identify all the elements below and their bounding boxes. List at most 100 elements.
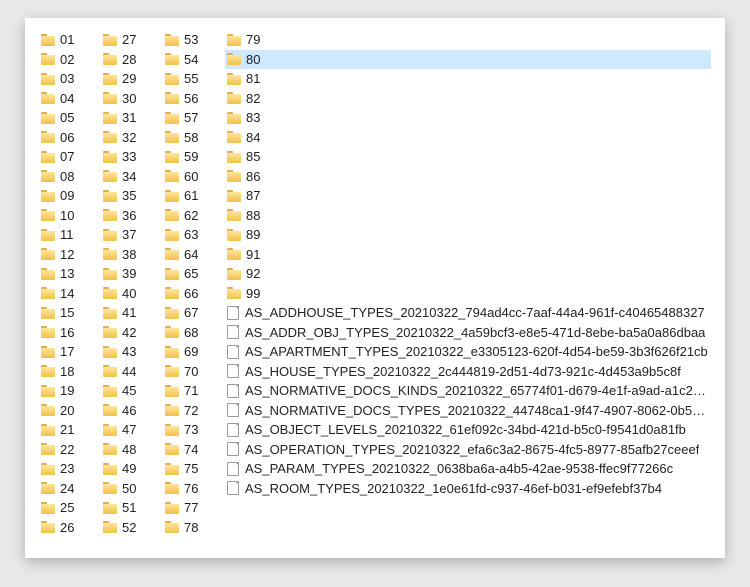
folder-item[interactable]: 60 <box>163 167 225 187</box>
folder-item[interactable]: 58 <box>163 128 225 148</box>
folder-item[interactable]: 43 <box>101 342 163 362</box>
folder-item[interactable]: 88 <box>225 206 711 226</box>
file-item[interactable]: AS_ADDR_OBJ_TYPES_20210322_4a59bcf3-e8e5… <box>225 323 711 343</box>
folder-item[interactable]: 61 <box>163 186 225 206</box>
folder-item[interactable]: 67 <box>163 303 225 323</box>
folder-item[interactable]: 62 <box>163 206 225 226</box>
folder-item[interactable]: 29 <box>101 69 163 89</box>
folder-item[interactable]: 64 <box>163 245 225 265</box>
file-item[interactable]: AS_PARAM_TYPES_20210322_0638ba6a-a4b5-42… <box>225 459 711 479</box>
folder-item[interactable]: 26 <box>39 518 101 538</box>
folder-item[interactable]: 81 <box>225 69 711 89</box>
folder-item[interactable]: 77 <box>163 498 225 518</box>
folder-item[interactable]: 91 <box>225 245 711 265</box>
folder-item[interactable]: 54 <box>163 50 225 70</box>
folder-item[interactable]: 35 <box>101 186 163 206</box>
folder-item[interactable]: 44 <box>101 362 163 382</box>
folder-item[interactable]: 16 <box>39 323 101 343</box>
folder-item[interactable]: 68 <box>163 323 225 343</box>
folder-item[interactable]: 48 <box>101 440 163 460</box>
folder-item[interactable]: 28 <box>101 50 163 70</box>
folder-item[interactable]: 32 <box>101 128 163 148</box>
folder-item[interactable]: 24 <box>39 479 101 499</box>
folder-item[interactable]: 07 <box>39 147 101 167</box>
file-item[interactable]: AS_OBJECT_LEVELS_20210322_61ef092c-34bd-… <box>225 420 711 440</box>
file-item[interactable]: AS_ROOM_TYPES_20210322_1e0e61fd-c937-46e… <box>225 479 711 499</box>
folder-item[interactable]: 17 <box>39 342 101 362</box>
folder-item[interactable]: 63 <box>163 225 225 245</box>
folder-item[interactable]: 65 <box>163 264 225 284</box>
folder-item[interactable]: 53 <box>163 30 225 50</box>
folder-item[interactable]: 71 <box>163 381 225 401</box>
folder-item[interactable]: 74 <box>163 440 225 460</box>
folder-item[interactable]: 31 <box>101 108 163 128</box>
folder-item[interactable]: 39 <box>101 264 163 284</box>
folder-item[interactable]: 30 <box>101 89 163 109</box>
file-item[interactable]: AS_APARTMENT_TYPES_20210322_e3305123-620… <box>225 342 711 362</box>
folder-item[interactable]: 19 <box>39 381 101 401</box>
folder-item[interactable]: 80 <box>225 50 711 70</box>
folder-item[interactable]: 85 <box>225 147 711 167</box>
folder-item[interactable]: 14 <box>39 284 101 304</box>
folder-item[interactable]: 50 <box>101 479 163 499</box>
folder-item[interactable]: 36 <box>101 206 163 226</box>
folder-item[interactable]: 27 <box>101 30 163 50</box>
folder-item[interactable]: 72 <box>163 401 225 421</box>
folder-item[interactable]: 89 <box>225 225 711 245</box>
folder-item[interactable]: 76 <box>163 479 225 499</box>
folder-item[interactable]: 78 <box>163 518 225 538</box>
folder-item[interactable]: 22 <box>39 440 101 460</box>
folder-item[interactable]: 15 <box>39 303 101 323</box>
folder-item[interactable]: 08 <box>39 167 101 187</box>
folder-item[interactable]: 92 <box>225 264 711 284</box>
file-item[interactable]: AS_ADDHOUSE_TYPES_20210322_794ad4cc-7aaf… <box>225 303 711 323</box>
folder-item[interactable]: 12 <box>39 245 101 265</box>
folder-item[interactable]: 87 <box>225 186 711 206</box>
folder-item[interactable]: 20 <box>39 401 101 421</box>
file-item[interactable]: AS_NORMATIVE_DOCS_KINDS_20210322_65774f0… <box>225 381 711 401</box>
file-item[interactable]: AS_HOUSE_TYPES_20210322_2c444819-2d51-4d… <box>225 362 711 382</box>
folder-item[interactable]: 10 <box>39 206 101 226</box>
folder-item[interactable]: 86 <box>225 167 711 187</box>
folder-item[interactable]: 09 <box>39 186 101 206</box>
folder-item[interactable]: 40 <box>101 284 163 304</box>
folder-item[interactable]: 49 <box>101 459 163 479</box>
folder-item[interactable]: 06 <box>39 128 101 148</box>
file-item[interactable]: AS_NORMATIVE_DOCS_TYPES_20210322_44748ca… <box>225 401 711 421</box>
folder-item[interactable]: 34 <box>101 167 163 187</box>
folder-item[interactable]: 42 <box>101 323 163 343</box>
folder-item[interactable]: 82 <box>225 89 711 109</box>
folder-item[interactable]: 38 <box>101 245 163 265</box>
file-item[interactable]: AS_OPERATION_TYPES_20210322_efa6c3a2-867… <box>225 440 711 460</box>
folder-item[interactable]: 02 <box>39 50 101 70</box>
folder-item[interactable]: 73 <box>163 420 225 440</box>
folder-item[interactable]: 13 <box>39 264 101 284</box>
folder-item[interactable]: 55 <box>163 69 225 89</box>
folder-item[interactable]: 23 <box>39 459 101 479</box>
folder-item[interactable]: 45 <box>101 381 163 401</box>
folder-item[interactable]: 75 <box>163 459 225 479</box>
folder-item[interactable]: 79 <box>225 30 711 50</box>
folder-item[interactable]: 66 <box>163 284 225 304</box>
folder-item[interactable]: 33 <box>101 147 163 167</box>
folder-item[interactable]: 21 <box>39 420 101 440</box>
folder-item[interactable]: 11 <box>39 225 101 245</box>
folder-item[interactable]: 01 <box>39 30 101 50</box>
folder-item[interactable]: 03 <box>39 69 101 89</box>
folder-item[interactable]: 52 <box>101 518 163 538</box>
folder-item[interactable]: 46 <box>101 401 163 421</box>
folder-item[interactable]: 69 <box>163 342 225 362</box>
folder-item[interactable]: 83 <box>225 108 711 128</box>
folder-item[interactable]: 56 <box>163 89 225 109</box>
folder-item[interactable]: 18 <box>39 362 101 382</box>
folder-item[interactable]: 57 <box>163 108 225 128</box>
folder-item[interactable]: 37 <box>101 225 163 245</box>
folder-item[interactable]: 04 <box>39 89 101 109</box>
folder-item[interactable]: 25 <box>39 498 101 518</box>
folder-item[interactable]: 99 <box>225 284 711 304</box>
folder-item[interactable]: 70 <box>163 362 225 382</box>
folder-item[interactable]: 05 <box>39 108 101 128</box>
folder-item[interactable]: 84 <box>225 128 711 148</box>
folder-item[interactable]: 47 <box>101 420 163 440</box>
folder-item[interactable]: 59 <box>163 147 225 167</box>
